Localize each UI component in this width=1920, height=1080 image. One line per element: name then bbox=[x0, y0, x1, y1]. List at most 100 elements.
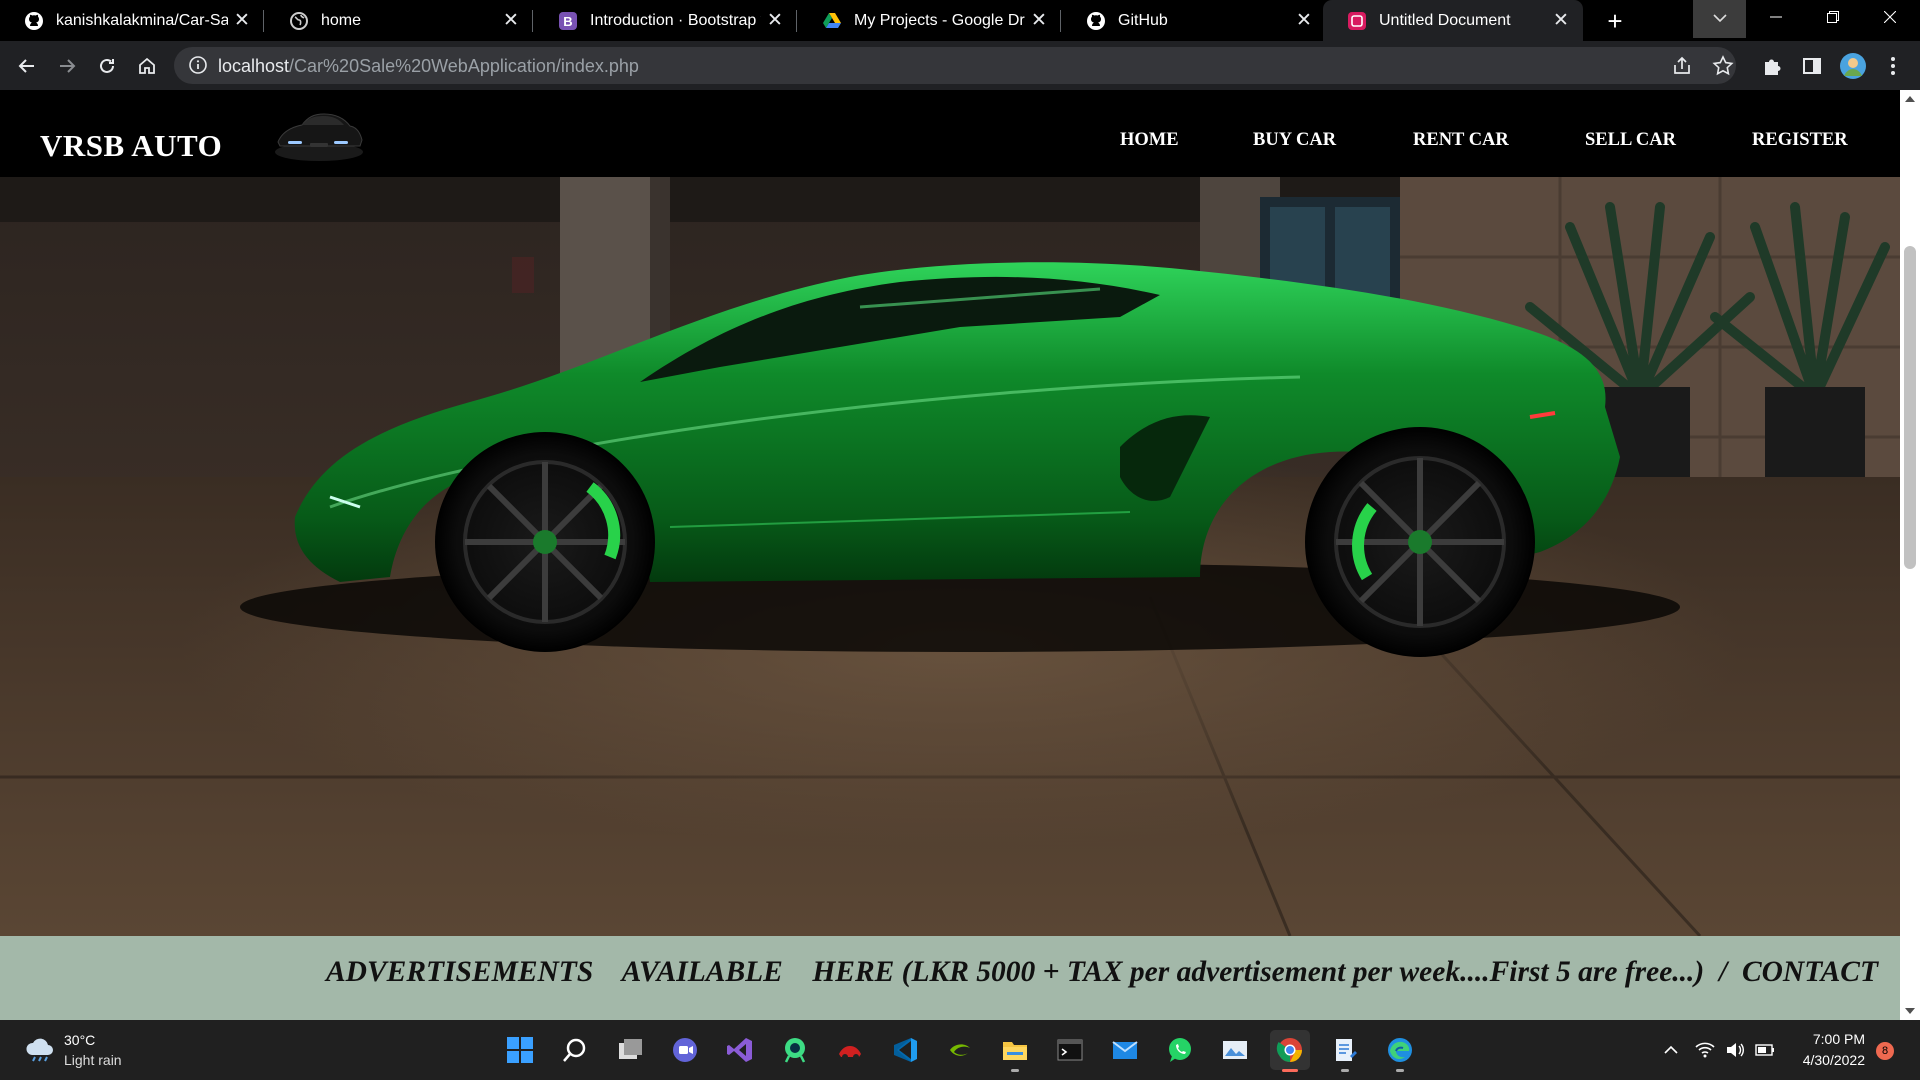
restore-icon bbox=[1827, 11, 1839, 23]
kebab-menu-icon bbox=[1891, 57, 1895, 75]
terminal-icon[interactable] bbox=[1050, 1030, 1090, 1070]
svg-text:B: B bbox=[563, 14, 572, 29]
address-bar[interactable]: localhost/Car%20Sale%20WebApplication/in… bbox=[174, 47, 1736, 84]
restore-button[interactable] bbox=[1805, 0, 1861, 38]
scroll-thumb[interactable] bbox=[1904, 246, 1916, 569]
share-icon[interactable] bbox=[1671, 55, 1693, 77]
tab-github[interactable]: GitHub ✕ bbox=[1062, 0, 1326, 41]
close-tab-icon[interactable]: ✕ bbox=[1025, 9, 1053, 32]
photos-icon[interactable] bbox=[1215, 1030, 1255, 1070]
show-hidden-icons-chevron[interactable] bbox=[1660, 1039, 1682, 1061]
browser-menu-button[interactable] bbox=[1876, 49, 1910, 83]
tab-search-button[interactable] bbox=[1693, 0, 1746, 38]
clock-date[interactable]: 4/30/2022 bbox=[1803, 1052, 1865, 1068]
whatsapp-icon[interactable] bbox=[1160, 1030, 1200, 1070]
close-tab-icon[interactable]: ✕ bbox=[1547, 9, 1575, 32]
tab-separator bbox=[1060, 10, 1061, 32]
running-indicator bbox=[1011, 1069, 1019, 1072]
page-scrollbar[interactable] bbox=[1900, 90, 1920, 1020]
scroll-down-icon[interactable] bbox=[1905, 1008, 1915, 1014]
reload-button[interactable] bbox=[90, 49, 124, 83]
web-page: VRSB AUTO HOME BUY CAR RENT CAR SELL CAR… bbox=[0, 90, 1900, 1020]
new-tab-button[interactable]: + bbox=[1598, 4, 1632, 38]
weather-description[interactable]: Light rain bbox=[64, 1052, 122, 1068]
url-text: localhost/Car%20Sale%20WebApplication/in… bbox=[218, 56, 639, 77]
github-icon bbox=[1086, 11, 1106, 31]
nav-rent-car-link[interactable]: RENT CAR bbox=[1413, 130, 1509, 151]
nav-buy-car-link[interactable]: BUY CAR bbox=[1253, 130, 1336, 151]
close-tab-icon[interactable]: ✕ bbox=[497, 9, 525, 32]
bookmark-star-icon[interactable] bbox=[1712, 55, 1734, 77]
extensions-button[interactable] bbox=[1755, 49, 1789, 83]
car-logo-icon bbox=[275, 113, 363, 161]
url-host: localhost bbox=[218, 56, 290, 76]
tab-title: Introduction · Bootstrap v5.1 bbox=[590, 11, 761, 29]
mail-icon[interactable] bbox=[1105, 1030, 1145, 1070]
nav-register-link[interactable]: REGISTER bbox=[1752, 130, 1848, 151]
nav-home-link[interactable]: HOME bbox=[1120, 130, 1179, 151]
vscode-icon[interactable] bbox=[885, 1030, 925, 1070]
chevron-down-icon bbox=[1712, 14, 1727, 23]
close-window-button[interactable] bbox=[1862, 0, 1918, 38]
task-view-icon[interactable] bbox=[610, 1030, 650, 1070]
tab-github-repo[interactable]: kanishkalakmina/Car-Sale-W ✕ bbox=[0, 0, 264, 41]
scroll-up-icon[interactable] bbox=[1905, 96, 1915, 102]
tab-title: Untitled Document bbox=[1379, 11, 1511, 29]
windows-start-icon[interactable] bbox=[500, 1030, 540, 1070]
weather-temperature[interactable]: 30°C bbox=[64, 1032, 95, 1048]
minimize-icon bbox=[1770, 16, 1782, 18]
forward-button[interactable] bbox=[50, 49, 84, 83]
notepad-icon[interactable] bbox=[1325, 1030, 1365, 1072]
rain-cloud-icon[interactable] bbox=[24, 1035, 56, 1063]
windows-taskbar: 30°C Light rain 7:00 PM 4/30/2022 8 bbox=[0, 1020, 1920, 1080]
running-indicator bbox=[1341, 1069, 1349, 1072]
clock-time[interactable]: 7:00 PM bbox=[1813, 1031, 1865, 1047]
tab-home[interactable]: home ✕ bbox=[265, 0, 533, 41]
chrome-icon[interactable] bbox=[1270, 1030, 1310, 1072]
marquee-text: ADVERTISEMENTS AVAILABLE HERE (LKR 5000 … bbox=[326, 956, 1879, 988]
volume-icon[interactable] bbox=[1724, 1039, 1746, 1061]
hero-car-image bbox=[0, 177, 1900, 936]
nvidia-icon[interactable] bbox=[940, 1030, 980, 1070]
bootstrap-icon: B bbox=[558, 11, 578, 31]
site-brand[interactable]: VRSB AUTO bbox=[40, 128, 222, 164]
close-icon bbox=[1883, 10, 1897, 24]
avatar-icon bbox=[1840, 53, 1866, 79]
site-navbar: VRSB AUTO HOME BUY CAR RENT CAR SELL CAR… bbox=[0, 90, 1900, 177]
search-icon[interactable] bbox=[555, 1030, 595, 1070]
running-indicator bbox=[1396, 1069, 1404, 1072]
visual-studio-icon[interactable] bbox=[720, 1030, 760, 1070]
close-tab-icon[interactable]: ✕ bbox=[761, 9, 789, 32]
tab-title: My Projects - Google Drive bbox=[854, 11, 1025, 29]
site-info-icon[interactable] bbox=[188, 55, 208, 75]
tab-untitled-document[interactable]: Untitled Document ✕ bbox=[1323, 0, 1583, 41]
notification-badge[interactable]: 8 bbox=[1876, 1042, 1894, 1060]
globe-icon bbox=[289, 11, 309, 31]
browser-toolbar: localhost/Car%20Sale%20WebApplication/in… bbox=[0, 41, 1920, 90]
reload-icon bbox=[100, 58, 114, 73]
game-app-icon[interactable] bbox=[830, 1030, 870, 1070]
file-explorer-icon[interactable] bbox=[995, 1030, 1035, 1072]
tab-strip: kanishkalakmina/Car-Sale-W ✕ home ✕ B In… bbox=[0, 0, 1920, 41]
tab-google-drive[interactable]: My Projects - Google Drive ✕ bbox=[798, 0, 1061, 41]
close-tab-icon[interactable]: ✕ bbox=[228, 9, 256, 32]
close-tab-icon[interactable]: ✕ bbox=[1290, 9, 1318, 32]
home-button[interactable] bbox=[130, 49, 164, 83]
page-icon bbox=[1347, 11, 1367, 31]
forward-arrow-icon bbox=[60, 59, 76, 73]
edge-icon[interactable] bbox=[1380, 1030, 1420, 1072]
tab-bootstrap[interactable]: B Introduction · Bootstrap v5.1 ✕ bbox=[534, 0, 797, 41]
home-icon bbox=[139, 57, 155, 74]
back-button[interactable] bbox=[10, 49, 44, 83]
nav-sell-car-link[interactable]: SELL CAR bbox=[1585, 130, 1676, 151]
teams-chat-icon[interactable] bbox=[665, 1030, 705, 1070]
minimize-button[interactable] bbox=[1748, 0, 1804, 38]
github-icon bbox=[24, 11, 44, 31]
side-panel-button[interactable] bbox=[1795, 49, 1829, 83]
back-arrow-icon bbox=[18, 59, 34, 73]
profile-avatar[interactable] bbox=[1836, 49, 1870, 83]
wifi-icon[interactable] bbox=[1694, 1039, 1716, 1061]
android-studio-icon[interactable] bbox=[775, 1030, 815, 1070]
url-path: /Car%20Sale%20WebApplication/index.php bbox=[289, 56, 639, 76]
battery-icon[interactable] bbox=[1754, 1039, 1776, 1061]
